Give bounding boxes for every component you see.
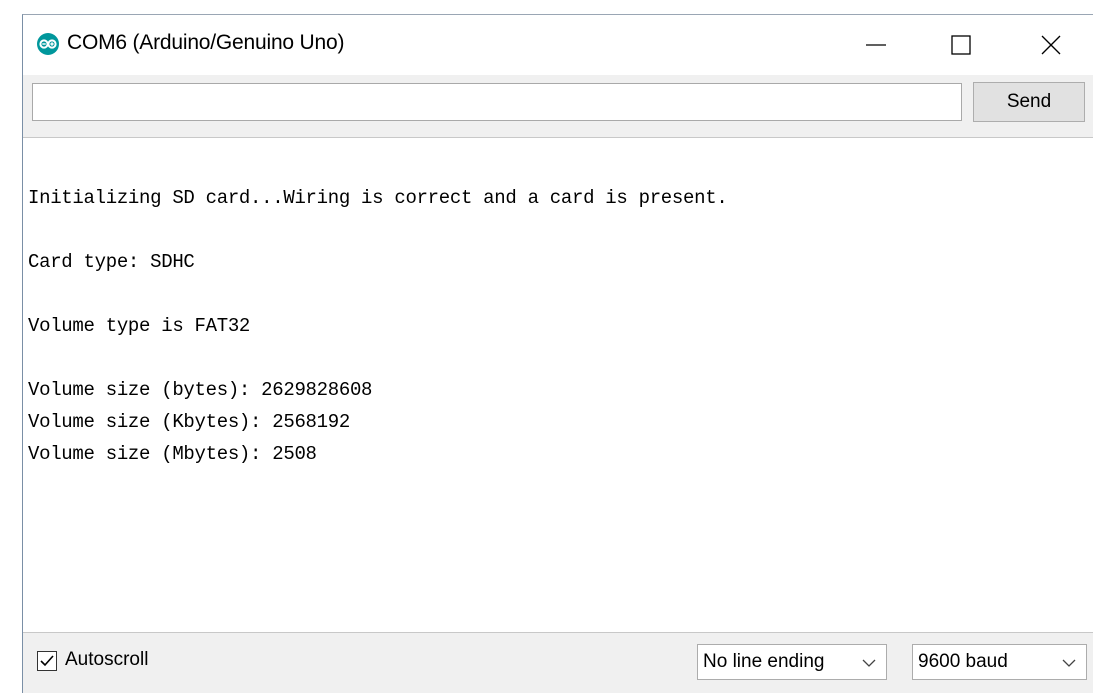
output-line: Volume type is FAT32 (28, 315, 251, 337)
serial-monitor-window: COM6 (Arduino/Genuino Uno) Send Initiali… (22, 14, 1093, 693)
maximize-button[interactable] (933, 15, 989, 75)
title-bar[interactable]: COM6 (Arduino/Genuino Uno) (23, 15, 1093, 75)
minimize-icon (866, 44, 886, 46)
line-ending-value: No line ending (703, 651, 825, 672)
output-line: Card type: SDHC (28, 251, 195, 273)
output-line: Initializing SD card...Wiring is correct… (28, 187, 728, 209)
maximize-icon (951, 35, 971, 55)
arduino-infinity-icon (37, 33, 59, 55)
serial-input[interactable] (32, 83, 962, 121)
chevron-down-icon (1062, 659, 1076, 667)
send-button[interactable]: Send (973, 82, 1085, 122)
baud-rate-value: 9600 baud (918, 651, 1008, 672)
close-button[interactable] (1023, 15, 1079, 75)
line-ending-select[interactable]: No line ending (697, 644, 887, 680)
baud-rate-select[interactable]: 9600 baud (912, 644, 1087, 680)
status-bar: Autoscroll No line ending 9600 baud (23, 633, 1093, 693)
output-line: Volume size (bytes): 2629828608 (28, 379, 373, 401)
output-line: Volume size (Mbytes): 2508 (28, 443, 317, 465)
output-line: Volume size (Kbytes): 2568192 (28, 411, 350, 433)
checkmark-icon (40, 655, 54, 667)
chevron-down-icon (862, 659, 876, 667)
send-row: Send (23, 75, 1093, 135)
window-title: COM6 (Arduino/Genuino Uno) (67, 31, 345, 54)
serial-output[interactable]: Initializing SD card...Wiring is correct… (23, 137, 1093, 633)
autoscroll-label[interactable]: Autoscroll (65, 649, 148, 671)
minimize-button[interactable] (848, 15, 904, 75)
close-icon (1041, 35, 1061, 55)
autoscroll-checkbox[interactable] (37, 651, 57, 671)
